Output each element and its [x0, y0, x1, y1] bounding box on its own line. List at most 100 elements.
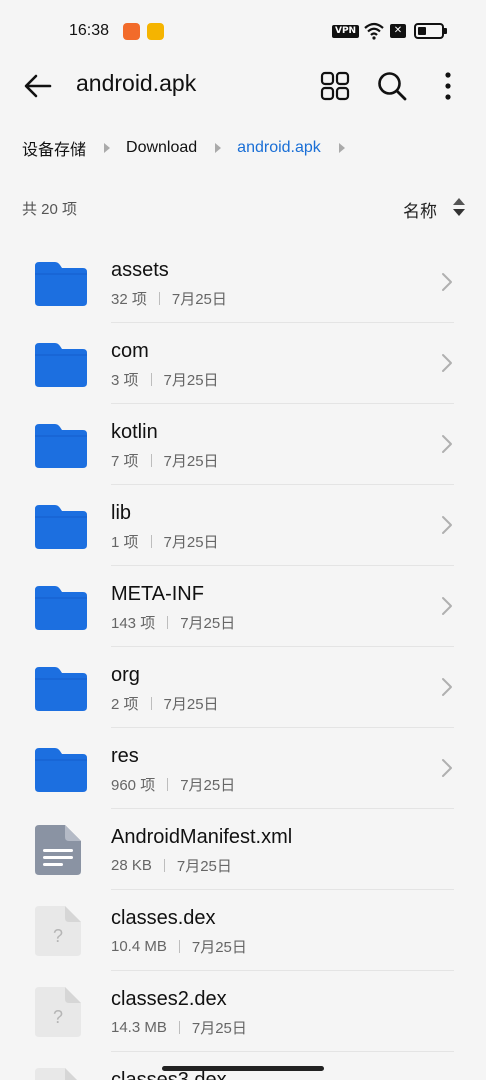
file-size-or-count: 143 项	[111, 615, 156, 632]
app-notification-icon	[147, 23, 164, 40]
breadcrumb-separator-icon	[104, 143, 111, 153]
meta-separator	[150, 373, 152, 386]
chevron-right-icon	[442, 435, 452, 453]
file-date: 7月25日	[176, 858, 232, 875]
breadcrumb-download[interactable]: Download	[126, 139, 197, 157]
sort-by-name-button[interactable]: 名称	[403, 197, 437, 222]
battery-tip	[444, 28, 447, 34]
file-meta: 2 项 7月25日	[111, 693, 219, 714]
file-name: assets	[111, 259, 169, 281]
file-name: kotlin	[111, 421, 158, 443]
unknown-file-icon: ?	[33, 1068, 89, 1080]
file-name: classes.dex	[111, 907, 216, 929]
file-size-or-count: 10.4 MB	[111, 938, 167, 955]
file-meta: 32 项 7月25日	[111, 288, 227, 309]
meta-separator	[167, 616, 169, 629]
file-name: org	[111, 664, 140, 686]
file-date: 7月25日	[163, 534, 219, 551]
meta-separator	[178, 1021, 180, 1034]
back-arrow-icon[interactable]	[22, 70, 54, 102]
file-row[interactable]: ? classes2.dex 14.3 MB 7月25日	[0, 971, 486, 1052]
chevron-right-icon	[442, 759, 452, 777]
page-title: android.apk	[76, 70, 197, 96]
search-icon[interactable]	[376, 70, 408, 102]
chevron-right-icon	[442, 597, 452, 615]
meta-separator	[178, 940, 180, 953]
folder-icon	[33, 258, 89, 308]
more-options-icon[interactable]	[436, 70, 460, 102]
wifi-icon	[364, 22, 384, 40]
file-date: 7月25日	[180, 777, 236, 794]
document-file-icon	[33, 825, 89, 875]
file-row[interactable]: res 960 项 7月25日	[0, 728, 486, 809]
file-size-or-count: 960 项	[111, 777, 156, 794]
file-list: assets 32 项 7月25日 com 3 项 7月25日 kotlin 7 项 7月25日…	[0, 242, 486, 1080]
breadcrumb-device-storage[interactable]: 设备存储	[22, 136, 86, 160]
battery-icon	[414, 23, 444, 39]
file-row[interactable]: ? classes.dex 10.4 MB 7月25日	[0, 890, 486, 971]
file-row[interactable]: AndroidManifest.xml 28 KB 7月25日	[0, 809, 486, 890]
file-name: AndroidManifest.xml	[111, 826, 293, 848]
file-meta: 7 项 7月25日	[111, 450, 219, 471]
file-meta: 143 项 7月25日	[111, 612, 235, 633]
meta-separator	[163, 859, 165, 872]
file-date: 7月25日	[171, 291, 227, 308]
file-size-or-count: 7 项	[111, 453, 139, 470]
vpn-badge: VPN	[332, 25, 360, 38]
meta-separator	[158, 292, 160, 305]
meta-separator	[167, 778, 169, 791]
breadcrumb-current[interactable]: android.apk	[237, 139, 321, 157]
folder-icon	[33, 582, 89, 632]
file-name: lib	[111, 502, 132, 524]
folder-icon	[33, 501, 89, 551]
status-bar: 16:38 VPN ✕	[0, 0, 486, 62]
svg-text:?: ?	[53, 926, 63, 946]
chevron-right-icon	[442, 354, 452, 372]
file-meta: 1 项 7月25日	[111, 531, 219, 552]
file-row[interactable]: kotlin 7 项 7月25日	[0, 404, 486, 485]
video-app-notification-icon	[123, 23, 140, 40]
chevron-right-icon	[442, 516, 452, 534]
file-meta: 14.3 MB 7月25日	[111, 1017, 247, 1038]
file-row[interactable]: com 3 项 7月25日	[0, 323, 486, 404]
file-meta: 3 项 7月25日	[111, 369, 219, 390]
file-name: classes2.dex	[111, 988, 227, 1010]
file-date: 7月25日	[180, 615, 236, 632]
file-row[interactable]: META-INF 143 项 7月25日	[0, 566, 486, 647]
file-row[interactable]: org 2 项 7月25日	[0, 647, 486, 728]
file-size-or-count: 2 项	[111, 696, 139, 713]
meta-separator	[150, 535, 152, 548]
file-date: 7月25日	[191, 939, 247, 956]
file-meta: 28 KB 7月25日	[111, 855, 232, 876]
file-row[interactable]: lib 1 项 7月25日	[0, 485, 486, 566]
item-count: 共 20 项	[22, 201, 78, 218]
svg-text:?: ?	[53, 1007, 63, 1027]
meta-separator	[150, 454, 152, 467]
folder-icon	[33, 420, 89, 470]
file-date: 7月25日	[163, 696, 219, 713]
breadcrumb-separator-icon	[215, 143, 222, 153]
chevron-right-icon	[442, 678, 452, 696]
meta-separator	[150, 697, 152, 710]
grid-view-icon[interactable]	[320, 71, 350, 101]
file-meta: 960 项 7月25日	[111, 774, 235, 795]
file-size-or-count: 28 KB	[111, 857, 152, 874]
unknown-file-icon: ?	[33, 906, 89, 956]
folder-icon	[33, 663, 89, 713]
sort-order-icon[interactable]	[453, 196, 465, 218]
file-name: META-INF	[111, 583, 204, 605]
battery-level	[418, 27, 426, 35]
file-date: 7月25日	[191, 1020, 247, 1037]
no-sim-icon: ✕	[390, 24, 406, 38]
app-bar: android.apk	[0, 62, 486, 110]
file-name: res	[111, 745, 139, 767]
breadcrumb-separator-icon	[338, 143, 345, 153]
chevron-right-icon	[442, 273, 452, 291]
file-row[interactable]: assets 32 项 7月25日	[0, 242, 486, 323]
status-time: 16:38	[69, 22, 110, 39]
file-size-or-count: 32 项	[111, 291, 147, 308]
file-date: 7月25日	[163, 372, 219, 389]
home-indicator[interactable]	[162, 1066, 324, 1071]
file-name: com	[111, 340, 149, 362]
file-size-or-count: 3 项	[111, 372, 139, 389]
